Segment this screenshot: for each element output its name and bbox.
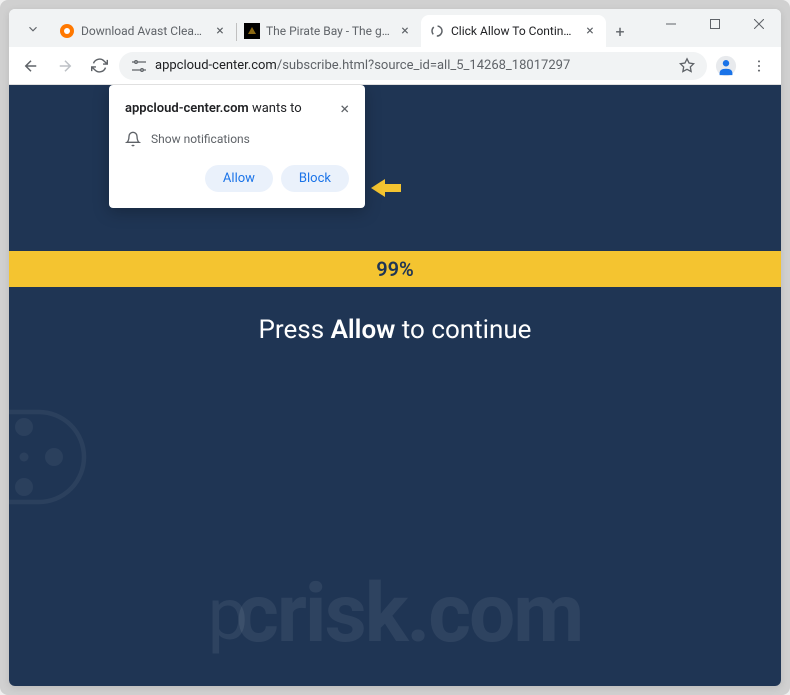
- browser-title-bar: Download Avast Cleanup & Bo... × The Pir…: [9, 9, 781, 47]
- maximize-button[interactable]: [693, 9, 737, 39]
- window-controls: [649, 9, 781, 39]
- notification-permission-prompt: appcloud-center.com wants to × Show noti…: [109, 85, 365, 208]
- toolbar: appcloud-center.com/subscribe.html?sourc…: [9, 47, 781, 85]
- forward-button[interactable]: [51, 52, 79, 80]
- bookmark-star-icon[interactable]: [679, 58, 695, 74]
- loading-favicon-icon: [429, 23, 445, 39]
- controller-watermark-icon: [9, 382, 99, 536]
- close-window-button[interactable]: [737, 9, 781, 39]
- tab-strip: Download Avast Cleanup & Bo... × The Pir…: [9, 15, 649, 47]
- allow-button[interactable]: Allow: [205, 165, 273, 192]
- new-tab-button[interactable]: +: [606, 17, 634, 45]
- arrow-pointer-icon: [371, 177, 401, 203]
- tab-active[interactable]: Click Allow To Continue - ×: [421, 15, 606, 47]
- url-text: appcloud-center.com/subscribe.html?sourc…: [155, 58, 671, 73]
- site-settings-icon[interactable]: [131, 58, 147, 74]
- tab-avast[interactable]: Download Avast Cleanup & Bo... ×: [51, 15, 236, 47]
- kebab-menu-button[interactable]: [745, 52, 773, 80]
- reload-button[interactable]: [85, 52, 113, 80]
- minimize-button[interactable]: [649, 9, 693, 39]
- cta-text: Press Allow to continue: [9, 315, 781, 345]
- profile-button[interactable]: [713, 53, 739, 79]
- tab-search-dropdown[interactable]: [19, 15, 47, 43]
- tab-close-icon[interactable]: ×: [212, 23, 228, 39]
- tab-close-icon[interactable]: ×: [582, 23, 598, 39]
- bell-icon: [125, 131, 141, 147]
- progress-value: 99%: [376, 257, 414, 281]
- back-button[interactable]: [17, 52, 45, 80]
- tab-close-icon[interactable]: ×: [397, 23, 413, 39]
- page-content: appcloud-center.com wants to × Show noti…: [9, 85, 781, 686]
- tab-piratebay[interactable]: The Pirate Bay - The galaxy's m... ×: [236, 15, 421, 47]
- tab-title: Click Allow To Continue -: [451, 24, 578, 38]
- tpb-favicon-icon: [244, 23, 260, 39]
- close-icon[interactable]: ×: [340, 101, 349, 117]
- progress-bar: 99%: [9, 251, 781, 287]
- notification-origin: appcloud-center.com wants to: [125, 101, 302, 116]
- browser-window: Download Avast Cleanup & Bo... × The Pir…: [9, 9, 781, 686]
- avast-favicon-icon: [59, 23, 75, 39]
- notification-body-text: Show notifications: [151, 132, 250, 146]
- screenshot-frame: Download Avast Cleanup & Bo... × The Pir…: [0, 0, 790, 695]
- block-button[interactable]: Block: [281, 165, 349, 192]
- tab-title: The Pirate Bay - The galaxy's m...: [266, 24, 393, 38]
- watermark-text: pcrisk.com: [208, 566, 583, 662]
- address-bar[interactable]: appcloud-center.com/subscribe.html?sourc…: [119, 52, 707, 80]
- tab-title: Download Avast Cleanup & Bo...: [81, 24, 208, 38]
